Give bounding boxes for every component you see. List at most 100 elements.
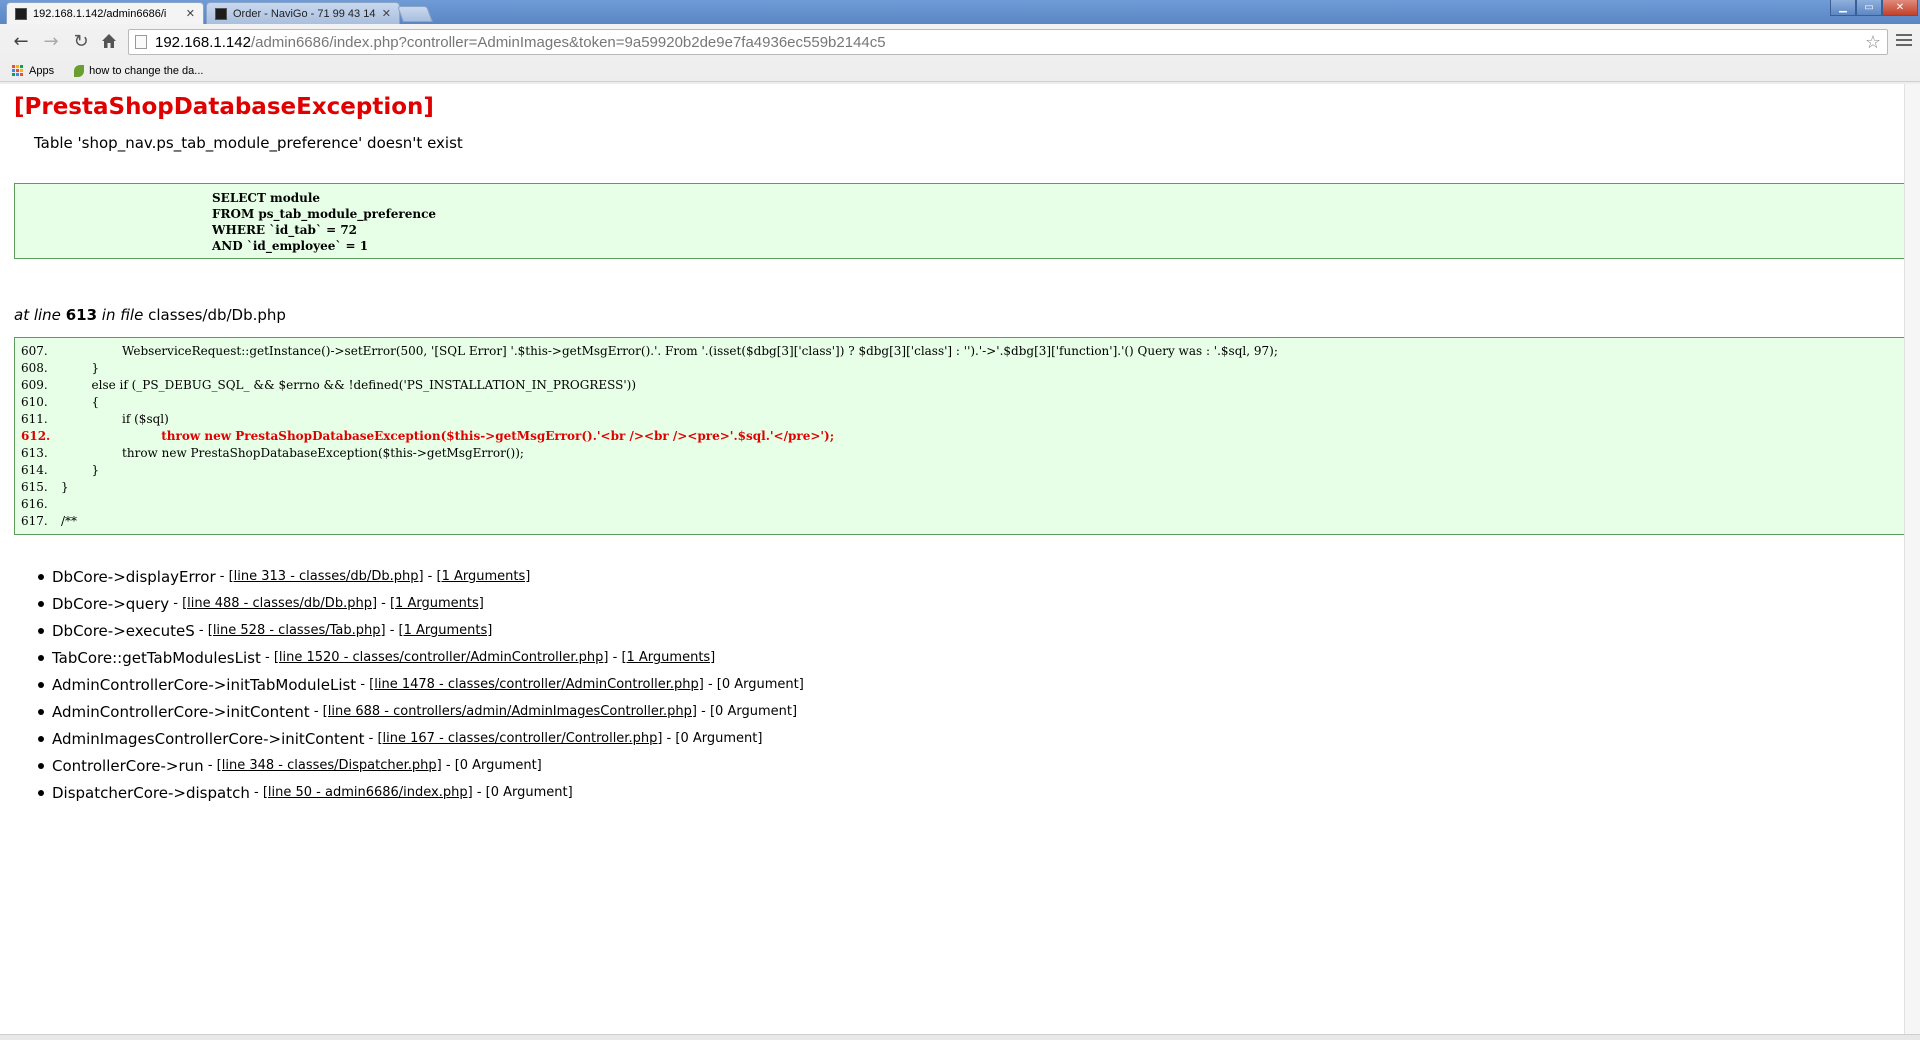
line-code: WebserviceRequest::getInstance()->setErr… <box>61 344 1278 358</box>
separator: - <box>441 758 455 773</box>
line-code: } <box>61 480 69 494</box>
trace-separator: -> <box>107 567 126 586</box>
trace-location-link[interactable]: [line 1520 - classes/controller/AdminCon… <box>274 650 609 665</box>
source-line-error: 612. throw new PrestaShopDatabaseExcepti… <box>21 428 1910 445</box>
line-code: } <box>61 361 100 375</box>
separator: - <box>169 596 183 611</box>
new-tab-button[interactable] <box>397 6 433 22</box>
source-line: 611. if ($sql) <box>21 411 1910 428</box>
trace-item: DispatcherCore -> dispatch - [line 50 - ad… <box>52 779 804 806</box>
trace-arguments-link[interactable]: [1 Arguments] <box>399 623 493 638</box>
page-icon <box>135 35 147 49</box>
sql-line: SELECT module <box>212 191 321 205</box>
trace-location-link[interactable]: [line 348 - classes/Dispatcher.php] <box>217 758 442 773</box>
separator: - <box>608 650 622 665</box>
url-text[interactable]: 192.168.1.142/admin6686/index.php?contro… <box>155 34 886 51</box>
trace-separator: :: <box>112 648 123 667</box>
close-window-button[interactable]: ✕ <box>1882 0 1918 16</box>
source-line: 610. { <box>21 394 1910 411</box>
trace-item: ControllerCore -> run - [line 348 - classe… <box>52 752 804 779</box>
trace-function: query <box>125 594 170 613</box>
trace-arguments-link[interactable]: [1 Arguments] <box>621 650 715 665</box>
back-arrow-icon[interactable]: ← <box>10 30 32 52</box>
url-path: /admin6686/index.php?controller=AdminIma… <box>250 33 886 51</box>
page-favicon-icon <box>15 7 27 20</box>
tab-close-icon[interactable]: ✕ <box>382 7 391 20</box>
bookmark-star-icon[interactable]: ☆ <box>1865 32 1881 53</box>
trace-function: initContent <box>226 702 310 721</box>
trace-location-link[interactable]: [line 1478 - classes/controller/AdminCon… <box>369 677 704 692</box>
trace-class: DispatcherCore <box>52 783 168 802</box>
browser-toolbar: ← → ↻ 192.168.1.142/admin6686/index.php?… <box>0 24 1920 60</box>
sql-line: AND `id_employee` = 1 <box>212 239 369 253</box>
line-number: 612. <box>21 429 51 443</box>
trace-separator: -> <box>107 594 126 613</box>
trace-item: AdminControllerCore -> initContent - [line… <box>52 698 804 725</box>
line-code: } <box>61 463 100 477</box>
apps-grid-icon <box>12 64 24 77</box>
line-code: throw new PrestaShopDatabaseException($t… <box>61 429 835 443</box>
sql-line: FROM ps_tab_module_preference <box>212 207 437 221</box>
line-number: 616. <box>21 497 48 511</box>
separator: - <box>703 677 717 692</box>
leaf-favicon-icon <box>74 64 85 77</box>
error-title: [PrestaShopDatabaseException] <box>14 94 434 120</box>
trace-arguments: [0 Argument] <box>485 785 573 800</box>
source-line: 607. WebserviceRequest::getInstance()->s… <box>21 343 1910 360</box>
separator: - <box>194 623 208 638</box>
maximize-window-button[interactable]: ▭ <box>1856 0 1882 16</box>
trace-class: AdminControllerCore <box>52 702 209 721</box>
separator: - <box>215 569 229 584</box>
trace-function: initTabModuleList <box>226 675 357 694</box>
trace-function: run <box>178 756 204 775</box>
trace-item: DbCore -> displayError - [line 313 - class… <box>52 563 804 590</box>
trace-function: dispatch <box>185 783 250 802</box>
line-number: 617. <box>21 514 48 528</box>
bookmark-how-to-change[interactable]: how to change the da... <box>74 64 204 77</box>
separator: - <box>697 704 710 719</box>
trace-location-link[interactable]: [line 167 - classes/controller/Controlle… <box>377 731 662 746</box>
address-bar[interactable]: 192.168.1.142/admin6686/index.php?contro… <box>128 29 1888 55</box>
trace-item: DbCore -> query - [line 488 - classes/db/D… <box>52 590 804 617</box>
bookmark-label: Apps <box>29 64 55 77</box>
menu-icon[interactable] <box>1896 32 1912 48</box>
status-bar <box>0 1034 1920 1040</box>
trace-arguments-link[interactable]: [1 Arguments] <box>437 569 531 584</box>
line-number: 609. <box>21 378 48 392</box>
line-number: 610. <box>21 395 48 409</box>
tab-admin-images[interactable]: 192.168.1.142/admin6686/i ✕ <box>6 2 204 24</box>
trace-location-link[interactable]: [line 313 - classes/db/Db.php] <box>229 569 424 584</box>
line-number: 608. <box>21 361 48 375</box>
line-code: else if (_PS_DEBUG_SQL_ && $errno && !de… <box>61 378 637 392</box>
trace-location-link[interactable]: [line 50 - admin6686/index.php] <box>263 785 473 800</box>
bookmark-label: how to change the da... <box>89 64 204 77</box>
stack-trace-list: DbCore -> displayError - [line 313 - class… <box>52 563 804 806</box>
separator: - <box>364 731 378 746</box>
separator: - <box>260 650 274 665</box>
minimize-window-button[interactable]: ▁ <box>1830 0 1856 16</box>
error-message: Table 'shop_nav.ps_tab_module_preference… <box>34 134 463 152</box>
trace-location-link[interactable]: [line 528 - classes/Tab.php] <box>208 623 386 638</box>
page-favicon-icon <box>215 7 227 20</box>
separator: - <box>385 623 399 638</box>
home-icon[interactable] <box>98 30 120 52</box>
separator: - <box>377 596 390 611</box>
source-line: 609. else if (_PS_DEBUG_SQL_ && $errno &… <box>21 377 1910 394</box>
source-line: 617. /** <box>21 513 1910 530</box>
bookmarks-bar: Apps how to change the da... <box>0 60 1920 82</box>
page-content: [PrestaShopDatabaseException] Table 'sho… <box>0 84 1920 1040</box>
trace-location-link[interactable]: [line 688 - controllers/admin/AdminImage… <box>323 704 697 719</box>
trace-class: DbCore <box>52 567 108 586</box>
separator: - <box>356 677 370 692</box>
source-code-box: 607. WebserviceRequest::getInstance()->s… <box>14 337 1911 535</box>
trace-location-link[interactable]: [line 488 - classes/db/Db.php] <box>182 596 377 611</box>
tab-close-icon[interactable]: ✕ <box>186 7 195 20</box>
bookmark-apps[interactable]: Apps <box>12 64 55 77</box>
separator: - <box>203 758 217 773</box>
tab-title: Order - NaviGo - 71 99 43 14 <box>233 7 376 20</box>
vertical-scrollbar[interactable] <box>1904 84 1920 1034</box>
trace-arguments-link[interactable]: [1 Arguments] <box>390 596 484 611</box>
reload-icon[interactable]: ↻ <box>70 30 92 52</box>
forward-arrow-icon[interactable]: → <box>40 30 62 52</box>
tab-order-navigo[interactable]: Order - NaviGo - 71 99 43 14 ✕ <box>206 2 400 24</box>
